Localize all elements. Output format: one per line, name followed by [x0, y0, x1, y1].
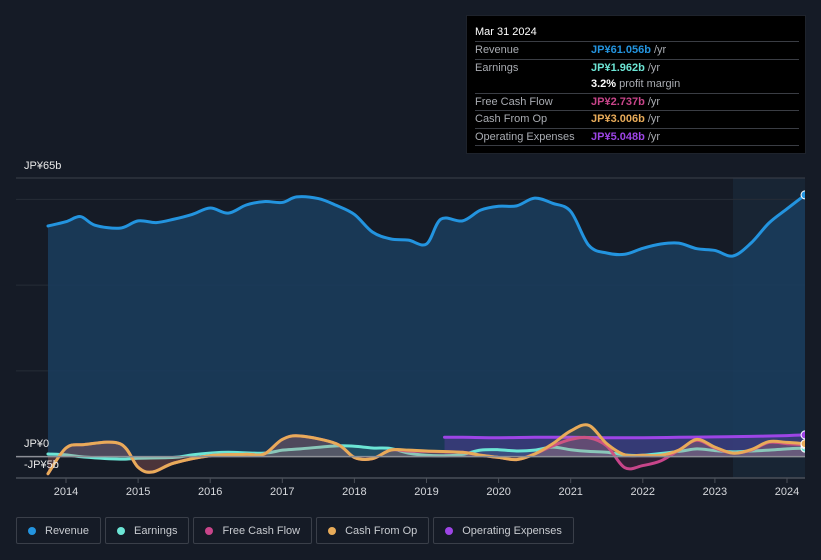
tooltip-label: Revenue [475, 44, 520, 56]
tooltip-value: JP¥5.048b [591, 130, 645, 143]
x-tick-label: 2019 [414, 486, 438, 498]
y-label-zero: JP¥0 [24, 438, 50, 450]
legend-item-revenue[interactable]: Revenue [16, 517, 102, 544]
y-label-top: JP¥65b [24, 160, 62, 172]
tooltip-label: Cash From Op [475, 113, 548, 125]
legend-label: Operating Expenses [462, 524, 562, 537]
tooltip-unit: /yr [653, 44, 667, 56]
tooltip-unit: /yr [647, 130, 661, 143]
legend-item-operating-expenses[interactable]: Operating Expenses [433, 517, 574, 544]
tooltip-label: Earnings [475, 61, 519, 74]
x-tick-label: 2014 [54, 486, 78, 498]
series-layer [16, 176, 821, 480]
legend-label: Free Cash Flow [222, 524, 301, 537]
legend-label: Cash From Op [345, 524, 418, 537]
x-tick-label: 2018 [342, 486, 366, 498]
legend: Revenue Earnings Free Cash Flow Cash Fro… [16, 517, 574, 544]
tooltip-row-free-cash-flow: Free Cash Flow JP¥2.737b /yr [475, 92, 799, 111]
x-tick-label: 2015 [126, 486, 150, 498]
y-label-bottom: -JP¥5b [24, 459, 59, 471]
legend-dot-icon [445, 526, 454, 535]
plot-right-mask [805, 176, 821, 480]
tooltip-label: Operating Expenses [475, 130, 575, 143]
legend-dot-icon [205, 526, 214, 535]
x-tick-label: 2021 [558, 486, 582, 498]
x-tick-label: 2023 [703, 486, 727, 498]
legend-item-free-cash-flow[interactable]: Free Cash Flow [193, 517, 313, 544]
tooltip: Mar 31 2024 Revenue JP¥61.056b /yr Earni… [466, 15, 806, 154]
tooltip-value: JP¥3.006b [591, 113, 645, 125]
legend-item-cash-from-op[interactable]: Cash From Op [316, 517, 430, 544]
x-tick-label: 2020 [486, 486, 510, 498]
tooltip-row-revenue: Revenue JP¥61.056b /yr [475, 41, 799, 59]
tooltip-row-operating-expenses: Operating Expenses JP¥5.048b /yr [475, 127, 799, 146]
legend-label: Revenue [45, 524, 90, 537]
tooltip-value: JP¥1.962b [591, 61, 645, 74]
x-tick-label: 2024 [775, 486, 799, 498]
tooltip-unit: profit margin [619, 78, 681, 90]
x-tick-label: 2016 [198, 486, 222, 498]
legend-label: Earnings [134, 524, 178, 537]
legend-dot-icon [328, 526, 337, 535]
tooltip-row-profit-margin: 3.2% profit margin [475, 76, 799, 93]
tooltip-unit: /yr [647, 113, 661, 125]
tooltip-row-earnings: Earnings JP¥1.962b /yr [475, 58, 799, 77]
tooltip-value: 3.2% [591, 78, 617, 90]
tooltip-label: Free Cash Flow [475, 95, 553, 108]
area-revenue [47, 194, 806, 457]
legend-item-earnings[interactable]: Earnings [105, 517, 190, 544]
legend-dot-icon [117, 526, 126, 535]
tooltip-date: Mar 31 2024 [475, 26, 537, 38]
tooltip-value: JP¥2.737b [591, 95, 645, 108]
legend-dot-icon [28, 526, 36, 535]
x-axis: 2014 2015 2016 2017 2018 2019 2020 2021 2022 2023… [16, 477, 805, 498]
x-tick-label: 2022 [631, 486, 655, 498]
tooltip-value: JP¥61.056b [591, 44, 651, 56]
x-tick-label: 2017 [270, 486, 294, 498]
tooltip-unit: /yr [647, 95, 661, 108]
tooltip-label [475, 76, 591, 93]
tooltip-unit: /yr [647, 61, 661, 74]
tooltip-row-cash-from-op: Cash From Op JP¥3.006b /yr [475, 110, 799, 128]
